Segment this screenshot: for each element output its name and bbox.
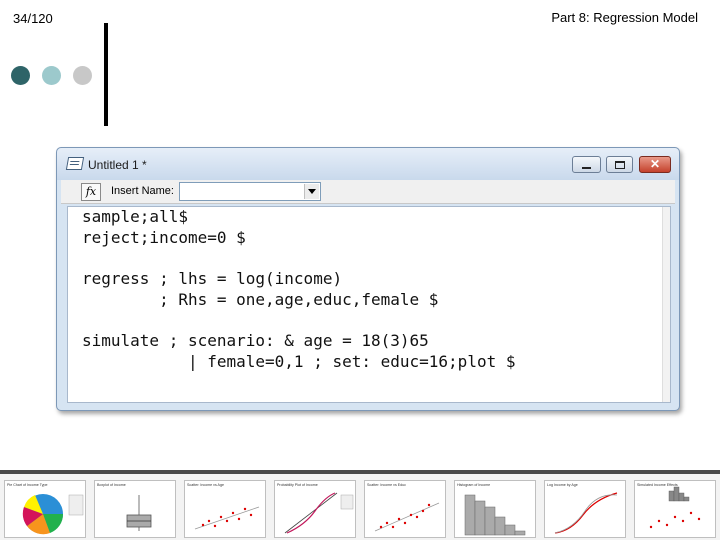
decor-dot-light [73, 66, 92, 85]
maximize-icon [615, 161, 625, 169]
code-line: simulate ; scenario: & age = 18(3)65 [82, 331, 429, 350]
thumbnail-strip: Pie Chart of Income Type Boxplot of Inco… [0, 474, 720, 540]
window-titlebar[interactable]: Untitled 1 * ✕ [57, 148, 679, 180]
decor-vertical-bar [104, 23, 108, 126]
chevron-down-icon[interactable] [304, 184, 319, 199]
thumbnail-scatter-educ[interactable]: Scatter: Income vs Educ [364, 480, 446, 538]
slide-number: 34/120 [13, 11, 53, 26]
fx-button[interactable]: fx [81, 183, 101, 201]
code-line: regress ; lhs = log(income) [82, 269, 343, 288]
document-icon [65, 157, 85, 170]
vertical-scrollbar[interactable] [662, 207, 670, 402]
slide-title: Part 8: Regression Model [551, 10, 698, 25]
scatter-educ-thumbnail-graphic [374, 502, 440, 532]
thumbnail-histogram[interactable]: Histogram of Income [454, 480, 536, 538]
probability-thumbnail-graphic [284, 492, 354, 534]
scatter-thumbnail-graphic [194, 506, 260, 530]
close-icon: ✕ [649, 157, 661, 171]
histogram-thumbnail-graphic [464, 494, 526, 536]
thumbnail-pie[interactable]: Pie Chart of Income Type [4, 480, 86, 538]
minimize-icon [582, 167, 591, 169]
editor-toolbar: fx Insert Name: [61, 180, 675, 204]
minimize-button[interactable] [572, 156, 601, 173]
boxplot-thumbnail-graphic [126, 495, 152, 531]
code-editor[interactable]: sample;all$ reject;income=0 $ regress ; … [67, 206, 671, 403]
simulated-thumbnail-graphic [649, 486, 701, 529]
close-button[interactable]: ✕ [639, 156, 671, 173]
thumbnail-log-income[interactable]: Log Income by Age [544, 480, 626, 538]
pie-thumbnail-graphic [22, 494, 84, 535]
thumbnail-boxplot[interactable]: Boxplot of Income [94, 480, 176, 538]
code-line: ; Rhs = one,age,educ,female $ [82, 290, 439, 309]
thumbnail-probability[interactable]: Probability Plot of Income [274, 480, 356, 538]
thumbnail-scatter-age[interactable]: Scatter: Income vs Age [184, 480, 266, 538]
code-line: | female=0,1 ; set: educ=16;plot $ [82, 352, 516, 371]
maximize-button[interactable] [606, 156, 633, 173]
decor-dot-dark [11, 66, 30, 85]
log-income-thumbnail-graphic [554, 492, 618, 534]
insert-name-label: Insert Name: [111, 185, 174, 197]
decor-dot-mid [42, 66, 61, 85]
code-line: sample;all$ [82, 207, 188, 226]
code-line: reject;income=0 $ [82, 228, 246, 247]
editor-window: Untitled 1 * ✕ fx Insert Name: sample;al… [56, 147, 680, 411]
thumbnail-simulated[interactable]: Simulated Income Effects [634, 480, 716, 538]
window-title: Untitled 1 * [88, 158, 147, 172]
insert-name-combo[interactable] [179, 182, 321, 201]
